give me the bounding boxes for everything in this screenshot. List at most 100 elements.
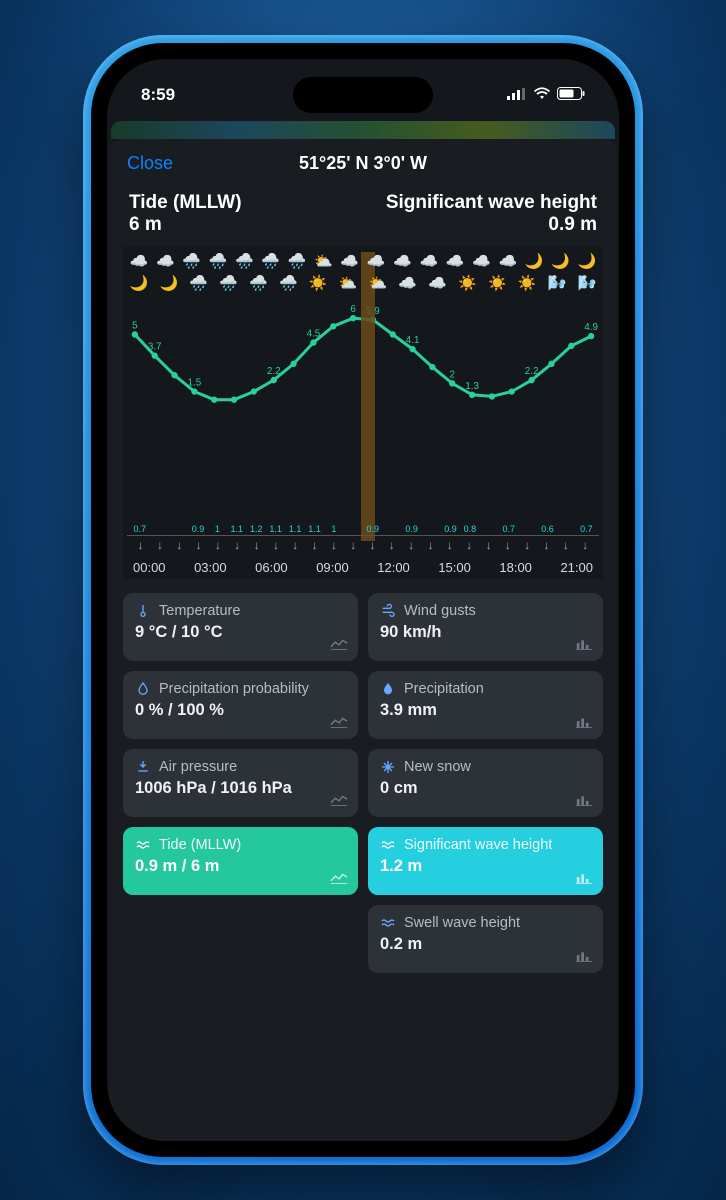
detail-sheet: Close 51°25' N 3°0' W Tide (MLLW) 6 m Si… (109, 139, 617, 1141)
sheet-content[interactable]: Tide (MLLW) 6 m Significant wave height … (109, 184, 617, 1141)
weather-icon: 🌧️ (234, 252, 254, 272)
weather-icon: ☀️ (517, 274, 537, 294)
chart-type-icon (330, 637, 348, 651)
card-title: Swell wave height (404, 915, 520, 931)
card-sig-wave[interactable]: Significant wave height1.2 m (368, 827, 603, 895)
weather-icon: ☁️ (340, 252, 360, 272)
weather-icon: 🌧️ (208, 252, 228, 272)
weather-icon: ☁️ (129, 252, 149, 272)
time-tick: 15:00 (438, 560, 471, 575)
chart-type-icon (330, 793, 348, 807)
waves-icon (135, 837, 151, 853)
weather-icon: ⛅ (368, 274, 388, 294)
chart-type-icon (330, 715, 348, 729)
time-tick: 21:00 (560, 560, 593, 575)
weather-icon: 🌧️ (278, 274, 298, 294)
weather-icon: 🌧️ (248, 274, 268, 294)
wind-arrow-icon: ↓ (228, 538, 247, 552)
card-swell-wave[interactable]: Swell wave height0.2 m (368, 905, 603, 973)
wind-arrow-icon: ↓ (382, 538, 401, 552)
card-value: 0 % / 100 % (135, 701, 346, 720)
wind-arrow-icon: ↓ (324, 538, 343, 552)
card-air-pressure[interactable]: Air pressure1006 hPa / 1016 hPa (123, 749, 358, 817)
time-axis: 00:0003:0006:0009:0012:0015:0018:0021:00 (127, 552, 599, 579)
wind-arrow-icon: ↓ (208, 538, 227, 552)
snow-icon (380, 759, 396, 775)
weather-icon: 🌬️ (577, 274, 597, 294)
svg-text:5: 5 (132, 320, 138, 331)
weather-icon: 🌙 (129, 274, 149, 294)
weather-icon: ☀️ (487, 274, 507, 294)
wave-bar-chart: 0.70.911.11.21.11.11.110.90.90.90.80.70.… (127, 424, 599, 536)
chart-type-icon (575, 715, 593, 729)
wind-arrow-icon: ↓ (189, 538, 208, 552)
close-button[interactable]: Close (127, 153, 173, 174)
wind-arrow-icon: ↓ (402, 538, 421, 552)
card-value: 3.9 mm (380, 701, 591, 720)
svg-text:4.5: 4.5 (307, 329, 321, 340)
chart-type-icon (575, 949, 593, 963)
card-title: Tide (MLLW) (159, 837, 241, 853)
battery-icon (557, 85, 585, 105)
droplet-icon (135, 681, 151, 697)
wind-arrow-icon: ↓ (556, 538, 575, 552)
svg-text:1.5: 1.5 (188, 377, 202, 388)
wind-arrow-icon: ↓ (247, 538, 266, 552)
card-new-snow[interactable]: New snow0 cm (368, 749, 603, 817)
card-wind-gusts[interactable]: Wind gusts 90 km/h (368, 593, 603, 661)
screen: 8:59 Close 51°25' N 3°0' W (107, 59, 619, 1141)
chart-type-icon (575, 871, 593, 885)
svg-text:1.3: 1.3 (465, 381, 479, 392)
headline-left-label: Tide (MLLW) (129, 192, 242, 214)
weather-icon: ☁️ (498, 252, 518, 272)
wind-arrow-icon: ↓ (131, 538, 150, 552)
chart-type-icon (575, 793, 593, 807)
wind-arrow-icon: ↓ (576, 538, 595, 552)
card-temperature[interactable]: Temperature9 °C / 10 °C (123, 593, 358, 661)
gust-icon (380, 603, 396, 619)
time-tick: 03:00 (194, 560, 227, 575)
card-value: 90 km/h (380, 623, 591, 642)
wifi-icon (533, 85, 551, 105)
headline-right-label: Significant wave height (386, 192, 597, 214)
droplet-fill-icon (380, 681, 396, 697)
wind-arrow-icon: ↓ (479, 538, 498, 552)
card-tide[interactable]: Tide (MLLW) 0.9 m / 6 m (123, 827, 358, 895)
combined-chart[interactable]: ☁️☁️🌧️🌧️🌧️🌧️🌧️⛅☁️☁️☁️☁️☁️☁️☁️🌙🌙🌙 🌙🌙🌧️🌧️🌧… (123, 246, 603, 579)
chart-type-icon (330, 871, 348, 885)
wind-arrow-icon: ↓ (537, 538, 556, 552)
headline-row: Tide (MLLW) 6 m Significant wave height … (123, 188, 603, 238)
thermometer-icon (135, 603, 151, 619)
waves-icon (380, 915, 396, 931)
card-precip-prob[interactable]: Precipitation probability 0 % / 100 % (123, 671, 358, 739)
wind-arrow-icon: ↓ (266, 538, 285, 552)
svg-text:3.7: 3.7 (148, 342, 162, 353)
card-precipitation[interactable]: Precipitation3.9 mm (368, 671, 603, 739)
weather-icon: 🌧️ (261, 252, 281, 272)
card-value: 1006 hPa / 1016 hPa (135, 779, 346, 798)
wind-arrow-icon: ↓ (498, 538, 517, 552)
card-title: Wind gusts (404, 603, 476, 619)
time-tick: 00:00 (133, 560, 166, 575)
wind-arrow-icon: ↓ (170, 538, 189, 552)
card-title: Significant wave height (404, 837, 552, 853)
weather-icon: ☀️ (457, 274, 477, 294)
weather-icon: 🌧️ (287, 252, 307, 272)
svg-text:4.9: 4.9 (584, 322, 598, 333)
card-title: Precipitation probability (159, 681, 309, 697)
wind-arrow-icon: ↓ (150, 538, 169, 552)
weather-icon: ☁️ (155, 252, 175, 272)
weather-icon: 🌧️ (219, 274, 239, 294)
weather-icon: ☁️ (428, 274, 448, 294)
status-time: 8:59 (141, 85, 175, 105)
svg-text:6: 6 (350, 304, 356, 315)
card-title: Temperature (159, 603, 240, 619)
location-title: 51°25' N 3°0' W (109, 153, 617, 174)
phone-bezel: 8:59 Close 51°25' N 3°0' W (91, 43, 635, 1157)
wind-arrow-icon: ↓ (518, 538, 537, 552)
weather-icon: 🌙 (159, 274, 179, 294)
card-value: 0.9 m / 6 m (135, 857, 346, 876)
weather-icon: 🌧️ (182, 252, 202, 272)
weather-icon: 🌙 (551, 252, 571, 272)
headline-right-value: 0.9 m (386, 214, 597, 236)
